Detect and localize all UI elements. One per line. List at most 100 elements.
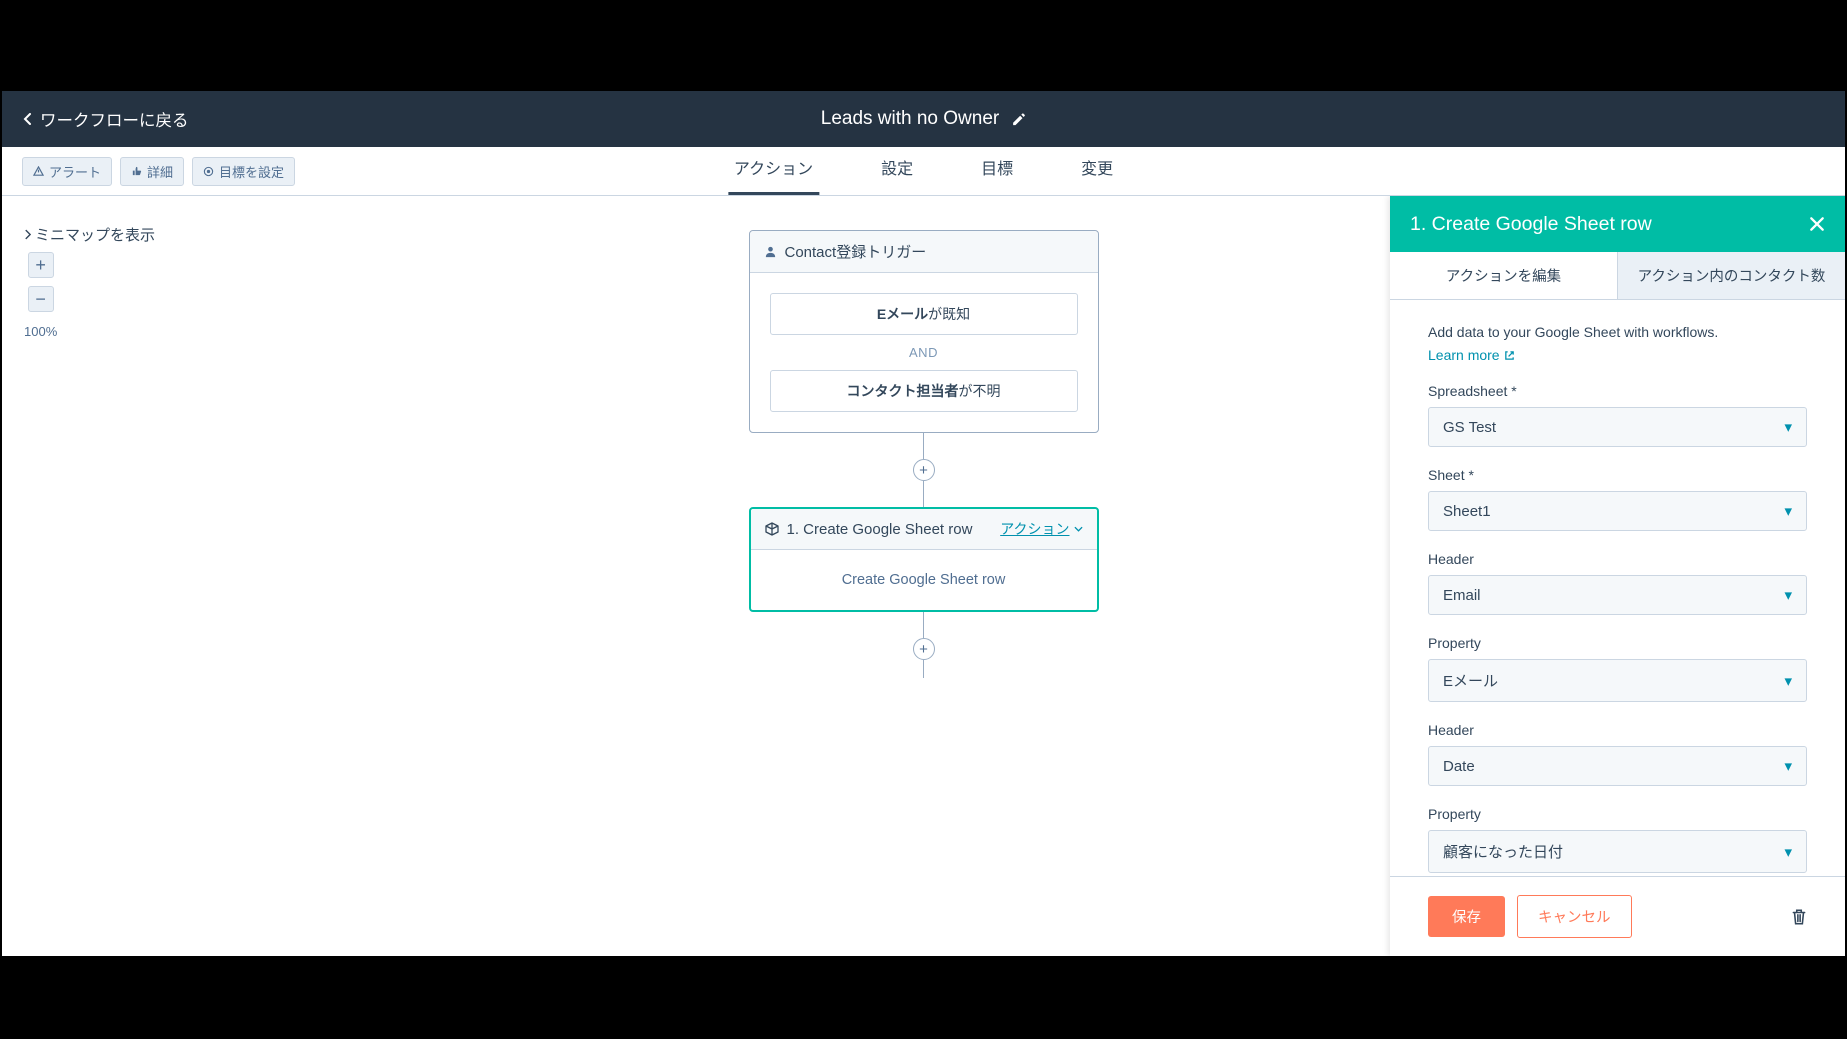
alerts-label: アラート: [49, 162, 101, 181]
minimap-label: ミニマップを表示: [35, 224, 155, 245]
panel-tab-count[interactable]: アクション内のコンタクト数: [1618, 252, 1845, 299]
select-property-2[interactable]: 顧客になった日付 ▾: [1428, 830, 1807, 873]
panel-help: Add data to your Google Sheet with workf…: [1428, 322, 1807, 363]
workflow-flow: Contact登録トリガー Eメールが既知 AND コンタクト担当者が不明 +: [749, 230, 1099, 681]
edit-title-icon[interactable]: [1011, 112, 1026, 127]
tab-goal[interactable]: 目標: [975, 141, 1019, 195]
pencil-icon: [1011, 112, 1026, 127]
trash-icon: [1791, 908, 1807, 926]
contact-icon: [764, 245, 777, 258]
select-property-1[interactable]: Eメール ▾: [1428, 659, 1807, 702]
minimap-toggle[interactable]: ミニマップを表示: [24, 224, 155, 245]
chevron-right-icon: [24, 229, 31, 240]
label-property-2: Property: [1428, 806, 1807, 822]
field-sheet: Sheet * Sheet1 ▾: [1428, 467, 1807, 531]
caret-down-icon: ▾: [1784, 418, 1792, 436]
panel-body: Add data to your Google Sheet with workf…: [1390, 300, 1845, 876]
trigger-condition-2: コンタクト担当者が不明: [770, 370, 1078, 412]
select-header-2[interactable]: Date ▾: [1428, 746, 1807, 786]
zoom-out-button[interactable]: −: [28, 286, 54, 312]
caret-down-icon: ▾: [1784, 843, 1792, 861]
trigger-card[interactable]: Contact登録トリガー Eメールが既知 AND コンタクト担当者が不明: [749, 230, 1099, 433]
panel-help-text: Add data to your Google Sheet with workf…: [1428, 322, 1807, 343]
side-panel: 1. Create Google Sheet row アクションを編集 アクショ…: [1390, 196, 1845, 956]
delete-action-button[interactable]: [1791, 908, 1807, 926]
end-marker: [919, 678, 929, 681]
panel-footer: 保存 キャンセル: [1390, 876, 1845, 956]
caret-down-icon: ▾: [1784, 757, 1792, 775]
connector: [923, 612, 924, 638]
label-header-1: Header: [1428, 551, 1807, 567]
learn-more-label: Learn more: [1428, 347, 1500, 363]
action-dropdown[interactable]: アクション: [1000, 519, 1082, 539]
field-property-1: Property Eメール ▾: [1428, 635, 1807, 702]
back-label: ワークフローに戻る: [40, 107, 189, 131]
zoom-in-button[interactable]: +: [28, 252, 54, 278]
details-label: 詳細: [147, 162, 173, 181]
external-link-icon: [1504, 350, 1515, 361]
panel-title: 1. Create Google Sheet row: [1410, 213, 1652, 236]
panel-tabs: アクションを編集 アクション内のコンタクト数: [1390, 252, 1845, 300]
action-card-body: Create Google Sheet row: [751, 550, 1097, 610]
label-header-2: Header: [1428, 722, 1807, 738]
label-sheet: Sheet *: [1428, 467, 1807, 483]
thumbs-up-icon: [131, 166, 142, 177]
select-header-1[interactable]: Email ▾: [1428, 575, 1807, 615]
tab-settings[interactable]: 設定: [875, 141, 919, 195]
add-action-button-2[interactable]: +: [913, 638, 935, 660]
caret-down-icon: ▾: [1784, 502, 1792, 520]
panel-tab-edit[interactable]: アクションを編集: [1390, 252, 1618, 299]
target-icon: [203, 166, 214, 177]
workflow-title: Leads with no Owner: [821, 108, 1000, 130]
action-card-title: 1. Create Google Sheet row: [787, 521, 973, 538]
select-spreadsheet[interactable]: GS Test ▾: [1428, 407, 1807, 447]
connector: [923, 481, 924, 507]
cond2-bold: コンタクト担当者: [847, 383, 959, 399]
select-sheet[interactable]: Sheet1 ▾: [1428, 491, 1807, 531]
caret-down-icon: [1074, 526, 1083, 532]
details-button[interactable]: 詳細: [120, 157, 184, 186]
panel-header: 1. Create Google Sheet row: [1390, 196, 1845, 252]
label-spreadsheet: Spreadsheet *: [1428, 383, 1807, 399]
back-to-workflows-link[interactable]: ワークフローに戻る: [22, 107, 189, 131]
label-property-1: Property: [1428, 635, 1807, 651]
learn-more-link[interactable]: Learn more: [1428, 347, 1515, 363]
select-header-1-value: Email: [1443, 587, 1481, 604]
select-property-1-value: Eメール: [1443, 670, 1498, 691]
action-header: 1. Create Google Sheet row アクション: [751, 509, 1097, 550]
toolbar: アラート 詳細 目標を設定: [22, 157, 295, 186]
chevron-left-icon: [22, 113, 34, 125]
caret-down-icon: ▾: [1784, 586, 1792, 604]
canvas: ミニマップを表示 + − 100% Contact登録トリガー Eメールが既知 …: [2, 196, 1845, 956]
trigger-title: Contact登録トリガー: [785, 241, 927, 262]
goals-label: 目標を設定: [219, 162, 284, 181]
alerts-button[interactable]: アラート: [22, 157, 112, 186]
save-button[interactable]: 保存: [1428, 896, 1505, 937]
action-link-label: アクション: [1000, 519, 1069, 539]
add-action-button-1[interactable]: +: [913, 459, 935, 481]
tab-action[interactable]: アクション: [728, 141, 819, 195]
trigger-condition-1: Eメールが既知: [770, 293, 1078, 335]
cancel-button[interactable]: キャンセル: [1517, 895, 1632, 938]
select-header-2-value: Date: [1443, 758, 1475, 775]
field-property-2: Property 顧客になった日付 ▾: [1428, 806, 1807, 873]
zoom-level: 100%: [24, 324, 57, 339]
field-header-1: Header Email ▾: [1428, 551, 1807, 615]
cond1-rest: が既知: [928, 306, 970, 322]
trigger-header: Contact登録トリガー: [750, 231, 1098, 273]
select-spreadsheet-value: GS Test: [1443, 419, 1496, 436]
field-spreadsheet: Spreadsheet * GS Test ▾: [1428, 383, 1807, 447]
goals-button[interactable]: 目標を設定: [192, 157, 295, 186]
zoom-controls: + − 100%: [24, 252, 57, 339]
connector: [923, 433, 924, 459]
tab-change[interactable]: 変更: [1075, 141, 1119, 195]
sub-bar: アラート 詳細 目標を設定 アクション 設定 目標 変更: [2, 147, 1845, 196]
select-property-2-value: 顧客になった日付: [1443, 841, 1563, 862]
action-card-selected[interactable]: 1. Create Google Sheet row アクション Create …: [749, 507, 1099, 612]
panel-close-button[interactable]: [1809, 216, 1825, 232]
cond2-rest: が不明: [959, 383, 1001, 399]
workflow-title-wrap: Leads with no Owner: [821, 108, 1027, 130]
trigger-body: Eメールが既知 AND コンタクト担当者が不明: [750, 273, 1098, 432]
main-tabs: アクション 設定 目標 変更: [728, 141, 1119, 195]
caret-down-icon: ▾: [1784, 672, 1792, 690]
